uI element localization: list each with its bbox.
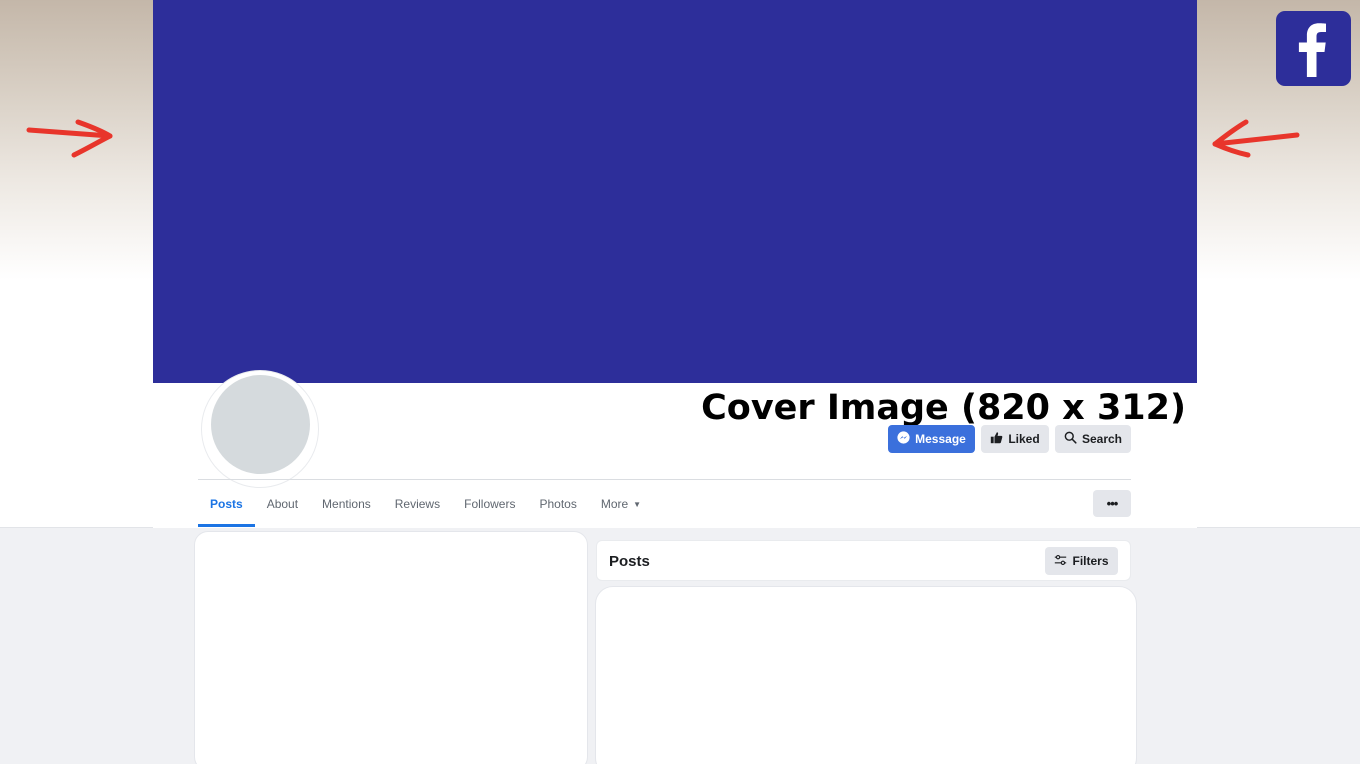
thumbs-up-icon <box>990 431 1003 447</box>
intro-card <box>194 531 588 764</box>
tab-label: Followers <box>464 497 516 511</box>
arrow-icon <box>26 119 113 158</box>
profile-picture[interactable] <box>211 375 310 474</box>
tab-about[interactable]: About <box>255 481 310 527</box>
tab-label: About <box>266 497 299 511</box>
liked-button-label: Liked <box>1008 432 1040 446</box>
tab-label: Mentions <box>322 497 371 511</box>
tab-reviews[interactable]: Reviews <box>383 481 452 527</box>
header-divider <box>198 479 1131 480</box>
tab-posts[interactable]: Posts <box>198 481 255 527</box>
sliders-icon <box>1054 554 1067 569</box>
tab-followers[interactable]: Followers <box>452 481 527 527</box>
message-button[interactable]: Message <box>888 425 975 453</box>
liked-button[interactable]: Liked <box>981 425 1049 453</box>
tab-photos[interactable]: Photos <box>527 481 588 527</box>
cover-size-label: Cover Image (820 x 312) <box>701 388 1186 428</box>
cover-image <box>153 0 1197 383</box>
posts-header: Posts Filters <box>596 540 1131 581</box>
tab-label: Reviews <box>394 497 441 511</box>
tab-label: More <box>600 497 629 511</box>
arrow-icon <box>1212 119 1300 158</box>
post-card <box>595 586 1137 764</box>
search-icon <box>1064 431 1077 447</box>
messenger-icon <box>897 431 910 447</box>
tab-label: Posts <box>210 497 243 511</box>
search-button[interactable]: Search <box>1055 425 1131 453</box>
facebook-logo-icon <box>1276 11 1351 86</box>
tab-mentions[interactable]: Mentions <box>310 481 383 527</box>
filters-button-label: Filters <box>1072 554 1109 568</box>
more-options-button[interactable]: ••• <box>1093 490 1131 517</box>
posts-title: Posts <box>609 553 650 570</box>
profile-tabs: Posts About Mentions Reviews Followers P… <box>198 481 653 527</box>
filters-button[interactable]: Filters <box>1045 547 1118 575</box>
tab-more[interactable]: More ▼ <box>589 481 653 527</box>
tab-label: Photos <box>539 497 577 511</box>
message-button-label: Message <box>915 432 966 446</box>
caret-down-icon: ▼ <box>633 499 642 509</box>
search-button-label: Search <box>1081 432 1123 446</box>
